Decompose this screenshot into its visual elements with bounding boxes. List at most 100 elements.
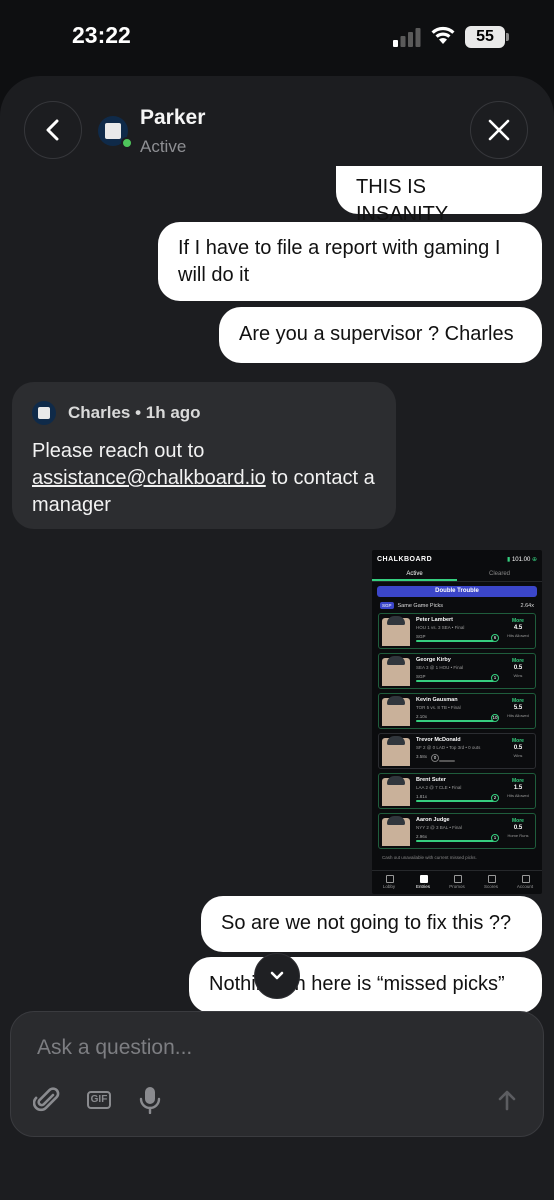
message-composer: GIF: [10, 1011, 544, 1137]
pick-stat: Wins: [513, 673, 523, 678]
game-info: LAA 2 @ 7 CLE • Final: [416, 785, 462, 790]
nav-entries: Entries: [406, 871, 440, 894]
nav-lobby: Lobby: [372, 871, 406, 894]
player-name: Trevor McDonald: [416, 737, 461, 743]
outgoing-message: THIS IS INSANITY: [336, 166, 542, 225]
chevron-left-icon: [46, 119, 59, 141]
game-info: SEA 3 @ 1 HOU • Final: [416, 665, 464, 670]
contact-name: Parker: [140, 106, 206, 129]
nav-account: Account: [508, 871, 542, 894]
progress-bar: [416, 800, 494, 802]
paperclip-icon: [33, 1087, 60, 1112]
pick-stat: Hits Allowed: [507, 793, 529, 798]
pick-multiplier: 1.81x: [416, 794, 428, 799]
pick-multiplier: 2.10x: [416, 714, 428, 719]
pick-multiplier: SGP: [416, 634, 426, 639]
pick-direction: More: [512, 738, 524, 744]
game-info: TOR 5 vs. 8 TB • Final: [416, 705, 461, 710]
outgoing-message: So are we not going to fix this ??: [201, 896, 542, 952]
battery-indicator: 55: [465, 26, 505, 48]
chevron-down-icon: [270, 971, 284, 980]
player-photo: [382, 616, 410, 646]
pick-line: 0.5: [513, 745, 523, 751]
screenshot-tabs: Active Cleared: [372, 568, 542, 582]
progress-count: 2: [491, 794, 499, 802]
pick-direction: More: [512, 778, 524, 784]
pick-card: Kevin Gausman TOR 5 vs. 8 TB • Final 2.1…: [378, 693, 536, 729]
group-multiplier: 2.64x: [520, 603, 534, 609]
attached-screenshot[interactable]: CHALKBOARD ▮ 101.00 ⊕ Active Cleared Dou…: [372, 550, 542, 894]
incoming-message: Charles • 1h ago Please reach out to ass…: [12, 382, 396, 529]
game-info: SF 2 @ 0 LAD • Top 3rd • 0 outs: [416, 745, 481, 750]
sgp-badge: SGP: [380, 602, 394, 609]
progress-count: 6: [491, 634, 499, 642]
pick-line: 0.5: [513, 665, 523, 671]
nav-scores: Scores: [474, 871, 508, 894]
arrow-up-icon: [498, 1090, 516, 1111]
chat-sheet: Parker Active THIS IS INSANITY If I have…: [0, 76, 554, 1200]
pick-line: 0.5: [513, 825, 523, 831]
progress-bar: [439, 760, 455, 762]
screenshot-header: CHALKBOARD ▮ 101.00 ⊕: [372, 550, 542, 568]
pick-direction: More: [512, 658, 524, 664]
pick-card: Brent Suter LAA 2 @ 7 CLE • Final 1.81x …: [378, 773, 536, 809]
pick-line: 4.5: [513, 625, 523, 631]
scroll-to-bottom-button[interactable]: [254, 953, 300, 999]
pick-multiplier: 2.96x: [416, 834, 428, 839]
status-bar: 23:22 55: [0, 0, 554, 74]
balance-value: 101.00: [511, 556, 531, 563]
progress-bar: [416, 640, 494, 642]
chalkboard-logo-icon: [32, 401, 56, 425]
voice-button[interactable]: [137, 1086, 163, 1114]
player-name: Kevin Gausman: [416, 697, 458, 703]
message-input[interactable]: [37, 1036, 517, 1060]
pick-card: George Kirby SEA 3 @ 1 HOU • Final SGP 1…: [378, 653, 536, 689]
pick-multiplier: SGP: [416, 674, 426, 679]
player-name: Aaron Judge: [416, 817, 450, 823]
pick-stat: Hits Allowed: [507, 633, 529, 638]
pick-stat: Home Runs: [507, 833, 529, 838]
cellular-signal-icon: [393, 28, 421, 47]
brand-logo: CHALKBOARD: [377, 555, 433, 563]
pick-direction: More: [512, 818, 524, 824]
balance: ▮ 101.00 ⊕: [506, 556, 537, 563]
status-time: 23:22: [72, 22, 131, 48]
pick-direction: More: [512, 618, 524, 624]
pick-line: 1.5: [513, 785, 523, 791]
tab-cleared: Cleared: [488, 571, 510, 577]
outgoing-message: If I have to file a report with gaming I…: [158, 222, 542, 301]
email-link[interactable]: assistance@chalkboard.io: [32, 467, 266, 489]
progress-count: 1: [491, 834, 499, 842]
back-button[interactable]: [24, 101, 82, 159]
progress-bar: [416, 680, 494, 682]
pick-card: Peter Lambert HOU 1 vs. 3 SEA • Final SG…: [378, 613, 536, 649]
pick-stat: Wins: [513, 753, 523, 758]
cashout-note: Cash out unavailable with current missed…: [382, 855, 477, 860]
progress-bar: [416, 840, 494, 842]
close-button[interactable]: [470, 101, 528, 159]
attach-button[interactable]: [33, 1086, 61, 1114]
sender-label: Charles • 1h ago: [68, 403, 201, 422]
progress-count: 1: [491, 674, 499, 682]
battery-tip: [506, 33, 509, 41]
gif-icon: GIF: [86, 1091, 112, 1109]
contact-avatar: [98, 116, 133, 149]
progress-count: 0: [431, 754, 439, 762]
outgoing-message: Are you a supervisor ? Charles: [219, 307, 542, 363]
player-photo: [382, 816, 410, 846]
player-photo: [382, 696, 410, 726]
player-photo: [382, 656, 410, 686]
nav-promos: Promos: [440, 871, 474, 894]
online-status-dot: [121, 137, 133, 149]
send-button[interactable]: [493, 1086, 521, 1114]
message-header: Charles • 1h ago: [32, 400, 376, 426]
group-header: SGP Same Game Picks 2.64x: [380, 601, 534, 611]
gif-button[interactable]: GIF: [85, 1086, 113, 1114]
game-info: HOU 1 vs. 3 SEA • Final: [416, 625, 465, 630]
wifi-icon: [431, 26, 455, 44]
pick-direction: More: [512, 698, 524, 704]
pick-line: 5.5: [513, 705, 523, 711]
pick-multiplier: 3.58x: [416, 754, 428, 759]
player-name: Peter Lambert: [416, 617, 453, 623]
incoming-message-text: Please reach out to assistance@chalkboar…: [32, 438, 376, 519]
